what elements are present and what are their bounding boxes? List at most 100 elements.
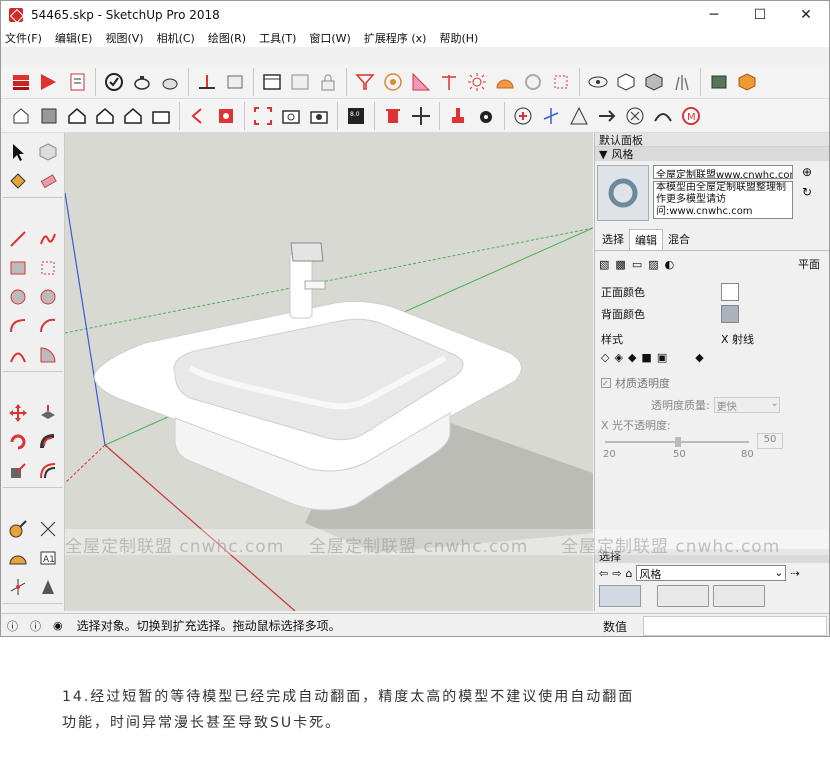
watermark-settings-icon[interactable]: ▨ [648, 258, 658, 271]
edge-settings-icon[interactable]: ▧ [599, 258, 609, 271]
geo-icon[interactable]: ⓘ [30, 618, 41, 634]
circle-icon[interactable] [3, 282, 33, 311]
background-settings-icon[interactable]: ▭ [632, 258, 642, 271]
zoom-extents-icon[interactable] [250, 103, 276, 129]
iso-view-icon[interactable] [8, 103, 34, 129]
outliner-icon[interactable] [36, 69, 62, 95]
arc-icon[interactable] [3, 311, 33, 340]
text-icon[interactable]: A1 [33, 543, 63, 572]
monochrome-style-icon[interactable]: ▣ [657, 351, 667, 364]
section-plane-icon[interactable] [194, 69, 220, 95]
section-fill-icon[interactable] [222, 69, 248, 95]
window-frame-icon[interactable] [259, 69, 285, 95]
style-swatch[interactable] [657, 585, 709, 607]
back-nav-icon[interactable]: ⇦ [599, 567, 608, 580]
back-view-icon[interactable] [120, 103, 146, 129]
protractor-icon[interactable] [3, 543, 33, 572]
menu-file[interactable]: 文件(F) [5, 30, 42, 46]
tab-edit[interactable]: 编辑 [629, 229, 663, 250]
sun-icon[interactable] [464, 69, 490, 95]
m-badge-icon[interactable]: M [678, 103, 704, 129]
tab-select[interactable]: 选择 [597, 229, 629, 250]
lamp-icon[interactable] [436, 69, 462, 95]
modeling-settings-icon[interactable]: ◐ [665, 258, 675, 271]
select-icon[interactable] [3, 137, 33, 166]
textured-style-icon[interactable]: ■ [641, 351, 651, 364]
ruler-triangle-icon[interactable] [408, 69, 434, 95]
pie-icon[interactable] [33, 340, 63, 369]
measurements-input[interactable] [643, 616, 827, 636]
maximize-button[interactable]: ☐ [737, 1, 783, 29]
window-grid-icon[interactable] [287, 69, 313, 95]
three-point-arc-icon[interactable] [3, 340, 33, 369]
menu-view[interactable]: 视图(V) [105, 30, 143, 46]
funnel-icon[interactable] [352, 69, 378, 95]
update-style-icon[interactable]: ↻ [802, 185, 812, 199]
opacity-value[interactable]: 50 [757, 433, 783, 449]
menu-extensions[interactable]: 扩展程序 (x) [364, 30, 427, 46]
wireframe-style-icon[interactable]: ◇ [601, 351, 609, 364]
materials-icon[interactable] [706, 69, 732, 95]
paint-bucket-red-icon[interactable] [213, 103, 239, 129]
style-name-field[interactable]: 全屋定制联盟www.cnwhc.com [653, 165, 793, 179]
opacity-slider-thumb[interactable] [675, 437, 681, 447]
dimension-icon[interactable] [33, 514, 63, 543]
xray-toggle-icon[interactable]: ◆ [695, 351, 703, 364]
dome-icon[interactable] [492, 69, 518, 95]
rectangle-icon[interactable] [3, 253, 33, 282]
brush-icon[interactable] [445, 103, 471, 129]
front-color-swatch[interactable] [721, 283, 739, 301]
axes-icon[interactable] [538, 103, 564, 129]
menu-edit[interactable]: 编辑(E) [55, 30, 93, 46]
right-view-icon[interactable] [92, 103, 118, 129]
close-button[interactable]: ✕ [783, 1, 829, 29]
forward-nav-icon[interactable]: ⇨ [612, 567, 621, 580]
triangle-shape-icon[interactable] [566, 103, 592, 129]
cube-shaded-icon[interactable] [641, 69, 667, 95]
user-icon[interactable]: ◉ [53, 619, 63, 632]
style-swatch[interactable] [713, 585, 765, 607]
entity-info-icon[interactable] [64, 69, 90, 95]
face-settings-icon[interactable]: ▩ [615, 258, 625, 271]
offset-icon[interactable] [33, 456, 63, 485]
teapot-icon[interactable] [129, 69, 155, 95]
rotate-icon[interactable] [3, 427, 33, 456]
cube-outline-icon[interactable] [613, 69, 639, 95]
push-pull-icon[interactable] [33, 398, 63, 427]
make-component-icon[interactable] [33, 137, 63, 166]
back-arrow-icon[interactable] [185, 103, 211, 129]
lock-icon[interactable] [315, 69, 341, 95]
create-style-icon[interactable]: ⊕ [802, 165, 812, 179]
menu-window[interactable]: 窗口(W) [309, 30, 350, 46]
menu-camera[interactable]: 相机(C) [157, 30, 195, 46]
front-view-icon[interactable] [64, 103, 90, 129]
home-icon[interactable]: ⌂ [625, 567, 632, 580]
3d-text-icon[interactable] [33, 572, 63, 601]
shaded-style-icon[interactable]: ◆ [628, 351, 636, 364]
style-swatch[interactable] [599, 585, 641, 607]
paint-bucket-icon[interactable] [3, 166, 33, 195]
left-view-icon[interactable] [148, 103, 174, 129]
settings-gear-icon[interactable] [473, 103, 499, 129]
arrow-right-icon[interactable] [594, 103, 620, 129]
style-collection-select[interactable]: 风格 ⌄ [636, 565, 787, 581]
two-point-arc-icon[interactable] [33, 311, 63, 340]
camera-load-icon[interactable] [306, 103, 332, 129]
dashed-cube-icon[interactable] [548, 69, 574, 95]
top-view-icon[interactable] [36, 103, 62, 129]
follow-me-icon[interactable] [33, 427, 63, 456]
trash-icon[interactable] [380, 103, 406, 129]
transparency-checkbox[interactable]: ✓ [601, 378, 611, 388]
camera-icon[interactable] [278, 103, 304, 129]
move-arrows-icon[interactable] [408, 103, 434, 129]
polygon-icon[interactable] [33, 282, 63, 311]
freehand-icon[interactable] [33, 224, 63, 253]
curve-icon[interactable] [650, 103, 676, 129]
check-validity-icon[interactable] [101, 69, 127, 95]
menu-draw[interactable]: 绘图(R) [208, 30, 246, 46]
styles-section-header[interactable]: ▼ 风格 [595, 147, 829, 161]
save-version-icon[interactable]: 8.0 [343, 103, 369, 129]
menu-tools[interactable]: 工具(T) [259, 30, 296, 46]
eye-icon[interactable] [585, 69, 611, 95]
grass-icon[interactable] [669, 69, 695, 95]
